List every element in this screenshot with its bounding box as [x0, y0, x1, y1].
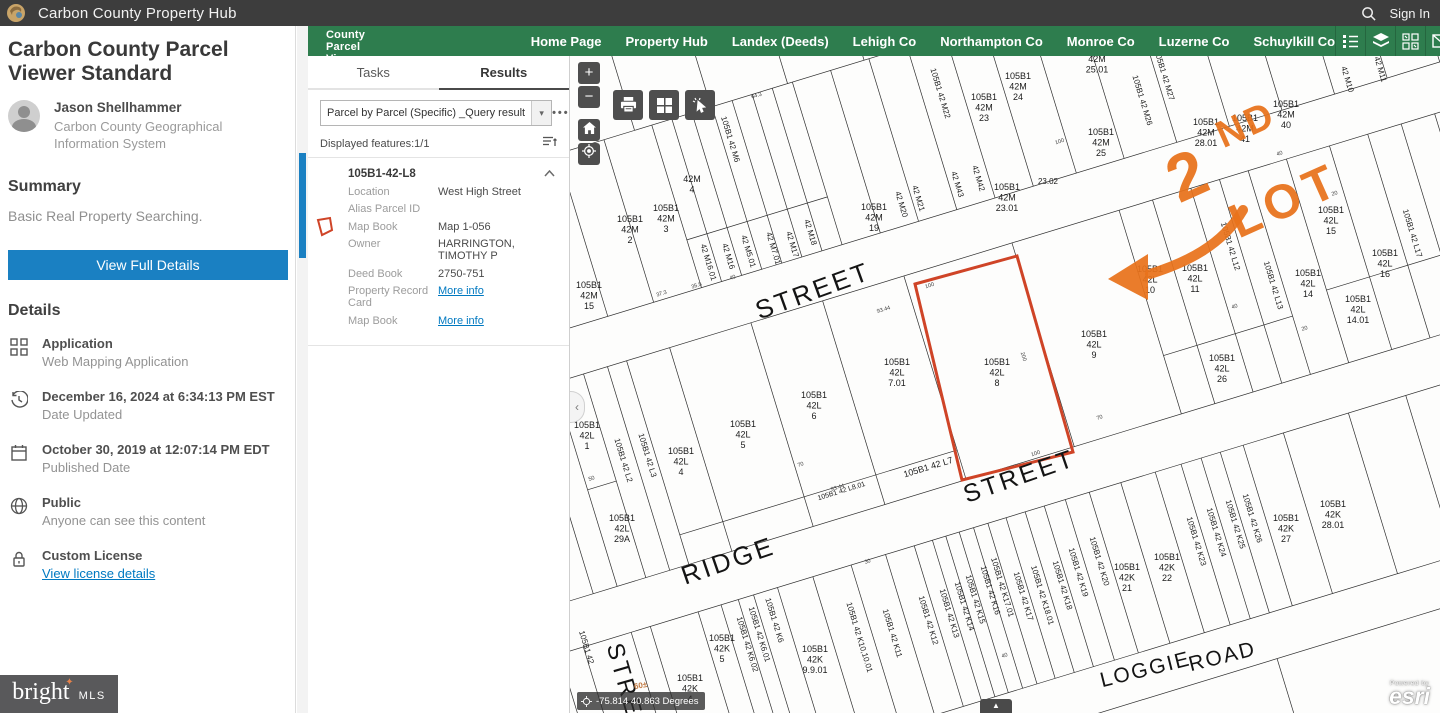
coordinates-text: -75.814 40.863 Degrees: [596, 696, 698, 707]
grid-icon: [10, 338, 28, 361]
identify-tool-button[interactable]: [685, 90, 715, 120]
page-title: Carbon County Parcel Viewer Standard: [8, 38, 287, 86]
panel-scrollbar-track: [297, 26, 308, 713]
detail-item-application: Application Web Mapping Application: [10, 326, 287, 379]
coordinates-readout: -75.814 40.863 Degrees: [577, 692, 705, 710]
app-title: Carbon County Property Hub: [38, 5, 237, 22]
author-name: Jason Shellhammer: [54, 100, 254, 115]
home-button[interactable]: [578, 119, 600, 141]
crosshair-icon: [581, 696, 592, 707]
more-info-link[interactable]: More info: [438, 285, 484, 309]
divider: [308, 345, 569, 346]
detail-item-published-date: October 30, 2019 at 12:07:14 PM EDT Publ…: [10, 432, 287, 485]
search-icon[interactable]: [1361, 6, 1376, 21]
nav-link-luzerne-co[interactable]: Luzerne Co: [1159, 34, 1230, 49]
bright-spark-icon: ✦: [65, 677, 73, 688]
details-heading: Details: [8, 302, 287, 320]
panel-scrollbar-thumb[interactable]: [299, 153, 306, 258]
locate-button[interactable]: [578, 143, 600, 165]
field-label: Deed Book: [348, 268, 438, 280]
title-bar: Carbon County Property Hub Sign In: [0, 0, 1440, 26]
field-label: Map Book: [348, 315, 438, 327]
esri-logo: Powered by esri: [1389, 680, 1430, 705]
basemap-gallery-button[interactable]: [649, 90, 679, 120]
view-full-details-button[interactable]: View Full Details: [8, 250, 288, 280]
field-value: Map 1-056: [438, 221, 491, 233]
globe-icon: [10, 497, 28, 520]
more-info-link[interactable]: More info: [438, 315, 484, 327]
field-label: Location: [348, 186, 438, 198]
sign-in-link[interactable]: Sign In: [1390, 6, 1430, 21]
bright-mls-logo: bright✦ MLS: [0, 675, 118, 713]
summary-heading: Summary: [8, 178, 287, 196]
nav-link-schuylkill-co[interactable]: Schuylkill Co: [1253, 34, 1335, 49]
field-label: Property Record Card: [348, 285, 438, 309]
share-icon[interactable]: [1425, 26, 1440, 56]
lock-icon: [10, 550, 28, 573]
layers-icon[interactable]: [1365, 26, 1395, 56]
clock-icon: [10, 391, 28, 414]
field-label: Alias Parcel ID: [348, 203, 438, 215]
tasks-results-panel: Tasks Results Parcel by Parcel (Specific…: [308, 56, 570, 713]
nav-link-property-hub[interactable]: Property Hub: [626, 34, 708, 49]
query-result-select[interactable]: Parcel by Parcel (Specific) _Query resul…: [320, 100, 552, 126]
chevron-down-icon: ▾: [531, 101, 551, 125]
nav-link-northampton-co[interactable]: Northampton Co: [940, 34, 1043, 49]
calendar-icon: [10, 444, 28, 467]
summary-text: Basic Real Property Searching.: [8, 208, 287, 224]
nav-link-monroe-co[interactable]: Monroe Co: [1067, 34, 1135, 49]
nav-links: Home Page Property Hub Landex (Deeds) Le…: [531, 34, 1335, 49]
parcel-shape-icon: [315, 216, 335, 243]
app-window: Carbon County Property Hub Sign In Carbo…: [0, 0, 1440, 713]
legend-icon[interactable]: [1335, 26, 1365, 56]
more-options-button[interactable]: •••: [552, 107, 570, 119]
field-value: HARRINGTON, TIMOTHY P: [438, 238, 555, 262]
zoom-out-button[interactable]: −: [578, 86, 600, 108]
map-canvas[interactable]: 105B142M2105B142M342M4105B142M1542 M16.0…: [570, 56, 1440, 713]
field-value: West High Street: [438, 186, 521, 198]
county-logo-icon: [6, 3, 26, 23]
sort-icon[interactable]: [543, 136, 557, 151]
viewer-nav-bar: Carbon County Parcel Viewer Home Page Pr…: [308, 26, 1440, 56]
feature-result-card[interactable]: 105B1-42-L8 LocationWest High Street Ali…: [308, 158, 569, 339]
tab-results[interactable]: Results: [439, 56, 570, 90]
query-result-selected: Parcel by Parcel (Specific) _Query resul…: [321, 107, 531, 119]
view-license-details-link[interactable]: View license details: [42, 566, 287, 581]
detail-item-date-updated: December 16, 2024 at 6:34:13 PM EST Date…: [10, 379, 287, 432]
detail-item-license: Custom License View license details: [10, 538, 287, 591]
avatar: [8, 100, 40, 132]
item-details-panel: Carbon County Parcel Viewer Standard Jas…: [0, 26, 296, 713]
detail-item-public: Public Anyone can see this content: [10, 485, 287, 538]
field-value: 2750-751: [438, 268, 485, 280]
author-org: Carbon County Geographical Information S…: [54, 118, 254, 152]
displayed-features-text: Displayed features:1/1: [320, 138, 429, 150]
nav-link-lehigh-co[interactable]: Lehigh Co: [853, 34, 917, 49]
print-button[interactable]: [613, 90, 643, 120]
nav-link-home-page[interactable]: Home Page: [531, 34, 602, 49]
svg-text:42M25.01: 42M25.01: [1086, 56, 1109, 75]
zoom-in-button[interactable]: +: [578, 62, 600, 84]
feature-id: 105B1-42-L8: [348, 168, 416, 180]
svg-text:23.02: 23.02: [1038, 177, 1059, 186]
basemap-icon[interactable]: [1395, 26, 1425, 56]
field-label: Map Book: [348, 221, 438, 233]
nav-link-landex-deeds[interactable]: Landex (Deeds): [732, 34, 829, 49]
collapse-chevron-icon[interactable]: [544, 168, 555, 180]
field-label: Owner: [348, 238, 438, 262]
attribution-toggle-button[interactable]: ▲: [980, 699, 1012, 713]
parcel-map-svg: 105B142M2105B142M342M4105B142M1542 M16.0…: [570, 56, 1440, 713]
